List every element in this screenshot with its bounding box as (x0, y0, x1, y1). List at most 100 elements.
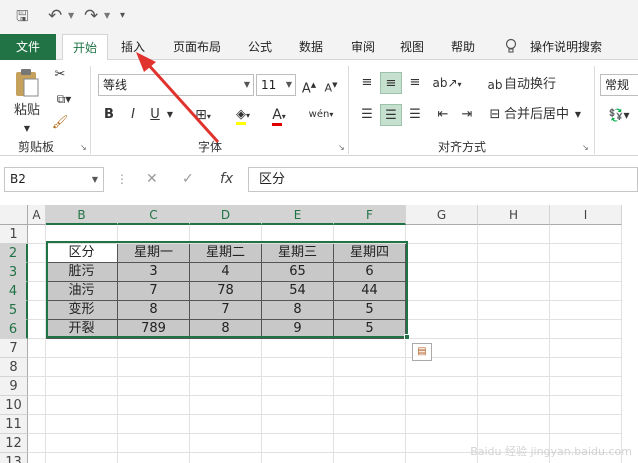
borders-icon[interactable]: ⊞▾ (188, 104, 218, 126)
row-header-11[interactable]: 11 (0, 415, 28, 434)
tab-insert[interactable]: 插入 (112, 34, 154, 60)
cell-e3[interactable]: 65 (262, 263, 334, 282)
cell-d10[interactable] (190, 396, 262, 415)
cell-i5[interactable] (550, 301, 622, 320)
cell-d12[interactable] (190, 434, 262, 453)
cell-d13[interactable] (190, 453, 262, 463)
row-header-1[interactable]: 1 (0, 225, 28, 244)
wrap-text-icon[interactable]: ab (486, 74, 504, 96)
italic-button[interactable]: I (124, 104, 142, 126)
column-header-i[interactable]: I (550, 205, 622, 225)
cell-c6[interactable]: 789 (118, 320, 190, 339)
cell-h2[interactable] (478, 244, 550, 263)
cell-a13[interactable] (28, 453, 46, 463)
number-format-select[interactable]: 常规 (600, 74, 638, 96)
font-size-select[interactable]: 11 ▼ (256, 74, 296, 96)
cell-d1[interactable] (190, 225, 262, 244)
cell-c7[interactable] (118, 339, 190, 358)
paste-dropdown-icon[interactable]: ▼ (20, 118, 34, 140)
cell-c9[interactable] (118, 377, 190, 396)
cell-d8[interactable] (190, 358, 262, 377)
orientation-icon[interactable]: ab↗▾ (432, 72, 462, 94)
cell-e9[interactable] (262, 377, 334, 396)
cell-c11[interactable] (118, 415, 190, 434)
cell-e4[interactable]: 54 (262, 282, 334, 301)
cell-b5[interactable]: 变形 (46, 301, 118, 320)
cell-e12[interactable] (262, 434, 334, 453)
cell-f2[interactable]: 星期四 (334, 244, 406, 263)
name-box[interactable]: B2 ▼ (4, 167, 104, 192)
underline-button[interactable]: U (146, 104, 164, 126)
cell-i6[interactable] (550, 320, 622, 339)
cell-h1[interactable] (478, 225, 550, 244)
column-header-b[interactable]: B (46, 205, 118, 225)
cell-c10[interactable] (118, 396, 190, 415)
cell-e11[interactable] (262, 415, 334, 434)
cell-a8[interactable] (28, 358, 46, 377)
wrap-text-button[interactable]: 自动换行 (504, 74, 564, 96)
cell-c2[interactable]: 星期一 (118, 244, 190, 263)
cell-b3[interactable]: 脏污 (46, 263, 118, 282)
quick-analysis-icon[interactable]: ▤ (412, 343, 432, 361)
cell-c12[interactable] (118, 434, 190, 453)
cell-f13[interactable] (334, 453, 406, 463)
fill-color-icon[interactable]: ◈▾ (228, 104, 258, 126)
cell-f10[interactable] (334, 396, 406, 415)
cell-g1[interactable] (406, 225, 478, 244)
row-header-9[interactable]: 9 (0, 377, 28, 396)
redo-icon[interactable]: ↷ (84, 6, 98, 26)
cell-a2[interactable] (28, 244, 46, 263)
cell-e1[interactable] (262, 225, 334, 244)
cell-a10[interactable] (28, 396, 46, 415)
worksheet-grid[interactable]: ABCDEFGHI 1 2 3 4 5 6 7 8 9 10 11 12 13 区分 星期一 星期二 星期三星… (0, 205, 638, 463)
cell-a1[interactable] (28, 225, 46, 244)
enter-icon[interactable]: ✓ (182, 167, 194, 192)
cell-b1[interactable] (46, 225, 118, 244)
align-bottom-icon[interactable]: ≡ (404, 72, 426, 94)
cell-i3[interactable] (550, 263, 622, 282)
cell-g13[interactable] (406, 453, 478, 463)
cell-i2[interactable] (550, 244, 622, 263)
undo-dropdown-icon[interactable]: ▼ (68, 6, 74, 26)
cell-a5[interactable] (28, 301, 46, 320)
align-right-icon[interactable]: ☰ (404, 104, 426, 126)
cell-e5[interactable]: 8 (262, 301, 334, 320)
tab-formulas[interactable]: 公式 (240, 34, 280, 60)
row-header-13[interactable]: 13 (0, 453, 28, 463)
cell-b12[interactable] (46, 434, 118, 453)
cell-c1[interactable] (118, 225, 190, 244)
align-left-icon[interactable]: ☰ (356, 104, 378, 126)
row-header-8[interactable]: 8 (0, 358, 28, 377)
cell-f12[interactable] (334, 434, 406, 453)
tab-data[interactable]: 数据 (290, 34, 332, 60)
cell-d4[interactable]: 78 (190, 282, 262, 301)
cell-a6[interactable] (28, 320, 46, 339)
cell-a12[interactable] (28, 434, 46, 453)
cell-h9[interactable] (478, 377, 550, 396)
column-header-a[interactable]: A (28, 205, 46, 225)
cell-g4[interactable] (406, 282, 478, 301)
cell-e7[interactable] (262, 339, 334, 358)
cancel-icon[interactable]: ✕ (146, 167, 158, 192)
cell-b10[interactable] (46, 396, 118, 415)
increase-font-icon[interactable]: A▲ (300, 74, 318, 96)
tab-home[interactable]: 开始 (62, 34, 108, 61)
tab-view[interactable]: 视图 (392, 34, 432, 60)
cell-i4[interactable] (550, 282, 622, 301)
cell-b7[interactable] (46, 339, 118, 358)
column-header-f[interactable]: F (334, 205, 406, 225)
cell-g2[interactable] (406, 244, 478, 263)
decrease-font-icon[interactable]: A▼ (322, 74, 340, 96)
cell-i9[interactable] (550, 377, 622, 396)
cell-d6[interactable]: 8 (190, 320, 262, 339)
cell-e13[interactable] (262, 453, 334, 463)
cell-d9[interactable] (190, 377, 262, 396)
cell-a11[interactable] (28, 415, 46, 434)
tab-help[interactable]: 帮助 (442, 34, 484, 60)
cell-b9[interactable] (46, 377, 118, 396)
tab-page-layout[interactable]: 页面布局 (164, 34, 230, 60)
save-icon[interactable]: 🖫 (16, 6, 29, 26)
cell-c8[interactable] (118, 358, 190, 377)
cell-a9[interactable] (28, 377, 46, 396)
row-header-6[interactable]: 6 (0, 320, 28, 339)
